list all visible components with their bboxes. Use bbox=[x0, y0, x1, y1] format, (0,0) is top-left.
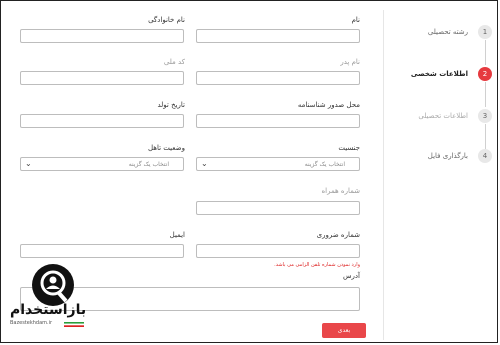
step-4[interactable]: 4 بارگذاری فایل bbox=[382, 148, 492, 166]
sidebar-divider bbox=[383, 10, 384, 340]
issue-place-input[interactable] bbox=[196, 114, 360, 128]
gender-select[interactable]: انتخاب یک گزینه ⌄ bbox=[196, 157, 360, 171]
watermark-logo: بازاستخدام Bazestekhdam.ir bbox=[10, 264, 130, 344]
national-code-label: کد ملی bbox=[163, 58, 185, 66]
magnifier-person-icon bbox=[40, 270, 68, 303]
step-2[interactable]: 2 اطلاعات شخصی bbox=[382, 66, 492, 84]
last-name-label: نام خانوادگی bbox=[148, 16, 185, 24]
step-connector bbox=[485, 124, 486, 149]
father-name-input[interactable] bbox=[196, 71, 360, 85]
emergency-phone-input[interactable] bbox=[196, 244, 360, 258]
issue-place-label: محل صدور شناسنامه bbox=[297, 101, 360, 109]
step-connector bbox=[485, 82, 486, 107]
first-name-label: نام bbox=[351, 16, 360, 24]
chevron-down-icon: ⌄ bbox=[201, 159, 208, 168]
step-number: 2 bbox=[478, 67, 492, 81]
national-code-input[interactable] bbox=[20, 71, 184, 85]
step-1[interactable]: 1 رشته تحصیلی bbox=[382, 24, 492, 42]
step-3[interactable]: 3 اطلاعات تحصیلی bbox=[382, 108, 492, 126]
marital-select-value: انتخاب یک گزینه bbox=[128, 161, 169, 168]
email-label: ایمیل bbox=[169, 231, 185, 239]
marital-select[interactable]: انتخاب یک گزینه ⌄ bbox=[20, 157, 184, 171]
address-label: آدرس bbox=[343, 272, 360, 280]
father-name-label: نام پدر bbox=[340, 58, 360, 66]
step-label: رشته تحصیلی bbox=[427, 28, 468, 36]
watermark-text: بازاستخدام bbox=[10, 302, 87, 318]
step-label: اطلاعات شخصی bbox=[410, 70, 468, 78]
step-number: 3 bbox=[478, 109, 492, 123]
marital-label: وضعیت تاهل bbox=[148, 144, 185, 152]
step-label: بارگذاری فایل bbox=[427, 152, 468, 160]
emergency-phone-label: شماره ضروری bbox=[316, 231, 360, 239]
first-name-input[interactable] bbox=[196, 29, 360, 43]
last-name-input[interactable] bbox=[20, 29, 184, 43]
phone-input[interactable] bbox=[196, 201, 360, 215]
watermark-subtext: Bazestekhdam.ir bbox=[10, 320, 53, 326]
phone-label: شماره همراه bbox=[321, 187, 360, 195]
step-number: 1 bbox=[478, 25, 492, 39]
step-number: 4 bbox=[478, 149, 492, 163]
birth-date-label: تاریخ تولد bbox=[157, 101, 185, 109]
gender-label: جنسیت bbox=[338, 144, 360, 152]
phone-error-message: وارد نمودن شماره تلفن الزامی می باشد. bbox=[274, 262, 360, 268]
flag-icon bbox=[64, 322, 84, 327]
birth-date-input[interactable] bbox=[20, 114, 184, 128]
gender-select-value: انتخاب یک گزینه bbox=[304, 161, 345, 168]
chevron-down-icon: ⌄ bbox=[25, 159, 32, 168]
email-input[interactable] bbox=[20, 244, 184, 258]
logo-circle bbox=[32, 264, 74, 306]
next-button[interactable]: بعدی bbox=[322, 323, 366, 338]
step-connector bbox=[485, 40, 486, 65]
step-label: اطلاعات تحصیلی bbox=[418, 112, 468, 120]
